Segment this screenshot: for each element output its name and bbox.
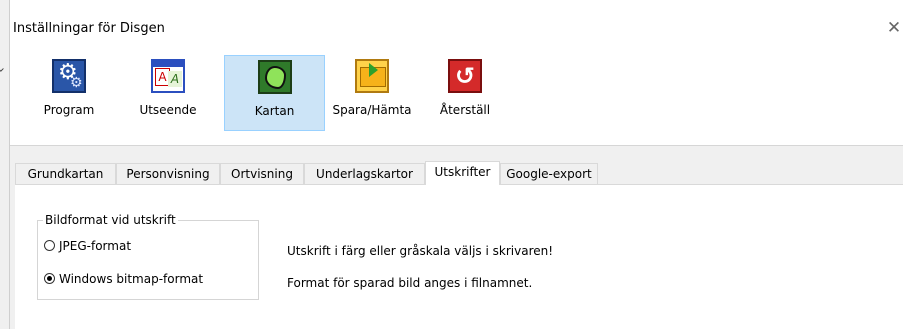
tab-utskrifter[interactable]: Utskrifter	[425, 161, 500, 185]
group-title: Bildformat vid utskrift	[43, 213, 178, 227]
toolbar-utseende-label: Utseende	[139, 103, 197, 117]
appearance-icon: AA	[151, 59, 185, 93]
tab-container: Grundkartan Personvisning Ortvisning Und…	[10, 146, 903, 330]
window-title: Inställningar för Disgen	[13, 21, 165, 36]
settings-dialog: Inställningar för Disgen ✕ Program AA Ut…	[10, 13, 903, 330]
close-icon[interactable]: ✕	[885, 19, 903, 37]
toolbar-utseende-button[interactable]: AA Utseende	[131, 55, 205, 131]
tab-personvisning[interactable]: Personvisning	[116, 163, 220, 184]
map-icon	[258, 60, 292, 94]
bildformat-group: Bildformat vid utskrift JPEG-format Wind…	[37, 213, 259, 300]
radio-unchecked-icon	[44, 240, 55, 251]
info-text-format: Format för sparad bild anges i filnamnet…	[287, 276, 533, 290]
toolbar-aterstall-button[interactable]: Återställ	[430, 55, 500, 131]
gears-icon	[52, 59, 86, 93]
radio-jpeg[interactable]: JPEG-format	[44, 237, 131, 255]
radio-bitmap-label: Windows bitmap-format	[59, 272, 204, 286]
tab-underlagskartor[interactable]: Underlagskartor	[304, 163, 425, 184]
category-toolbar: Program AA Utseende Kartan Spara/Hämta Å…	[10, 45, 903, 146]
tab-grundkartan[interactable]: Grundkartan	[15, 163, 116, 184]
title-bar: Inställningar för Disgen ✕	[10, 13, 903, 45]
toolbar-kartan-label: Kartan	[254, 104, 295, 118]
tab-google-export[interactable]: Google-export	[500, 163, 598, 184]
folder-icon	[355, 59, 389, 93]
radio-jpeg-label: JPEG-format	[59, 239, 132, 253]
chevron-icon: ‹	[0, 67, 9, 73]
tab-page-utskrifter: Bildformat vid utskrift JPEG-format Wind…	[15, 184, 903, 330]
toolbar-spara-label: Spara/Hämta	[332, 103, 412, 117]
background-window-edge: ‹	[0, 0, 10, 329]
tab-ortvisning[interactable]: Ortvisning	[220, 163, 304, 184]
radio-bitmap[interactable]: Windows bitmap-format	[44, 270, 203, 288]
toolbar-program-label: Program	[43, 103, 95, 117]
info-text-color: Utskrift i färg eller gråskala väljs i s…	[287, 244, 554, 258]
toolbar-spara-button[interactable]: Spara/Hämta	[327, 55, 417, 131]
toolbar-aterstall-label: Återställ	[439, 103, 491, 117]
toolbar-program-button[interactable]: Program	[36, 55, 102, 131]
undo-icon	[448, 59, 482, 93]
toolbar-kartan-button[interactable]: Kartan	[224, 55, 325, 131]
radio-checked-icon	[44, 273, 55, 284]
